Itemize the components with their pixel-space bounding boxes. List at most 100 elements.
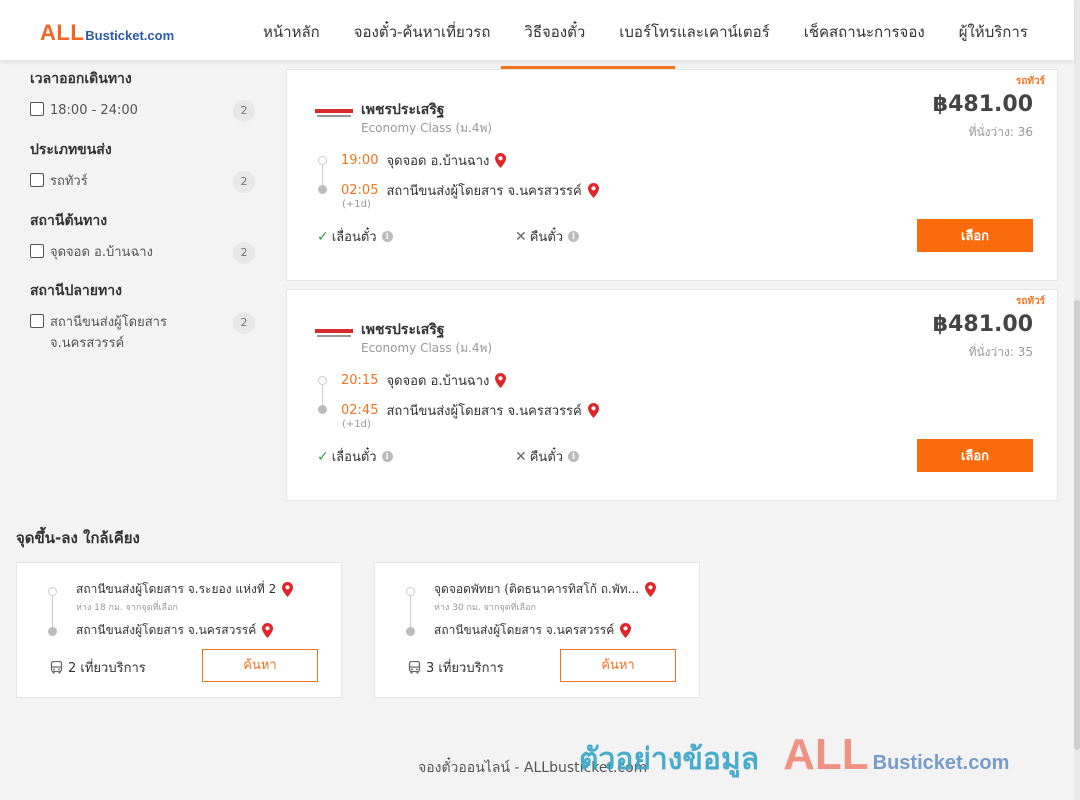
departure-dot — [318, 376, 327, 385]
map-pin-icon[interactable] — [620, 623, 632, 638]
nearby-search-button[interactable]: ค้นหา — [560, 649, 676, 682]
nav-check-booking[interactable]: เช็คสถานะการจอง — [804, 20, 925, 44]
nearby-trip-count: 3 เที่ยวบริการ — [408, 657, 504, 678]
filter-option-label: 18:00 - 24:00 — [50, 103, 138, 118]
vehicle-type-badge: รถทัวร์ — [1015, 76, 1045, 87]
nearby-route-card: จุดจอดพัทยา (ติดธนาคารทิสโก้ ถ.พัท... ห่… — [374, 562, 700, 698]
arrival-time: 02:45 — [341, 403, 379, 418]
nearby-origin-label: สถานีขนส่งผู้โดยสาร จ.ระยอง แห่งที่ 2 — [76, 582, 277, 596]
arrival-place: สถานีขนส่งผู้โดยสาร จ.นครสวรรค์ — [386, 184, 582, 199]
logo-busticket: Busticket.com — [85, 28, 175, 43]
filter-destination-station: สถานีปลายทาง สถานีขนส่งผู้โดยสาร จ.นครสว… — [30, 280, 255, 354]
info-icon[interactable]: i — [381, 231, 393, 242]
site-logo[interactable]: ALL Busticket.com — [40, 20, 174, 46]
feature-label: เลื่อนตั๋ว — [331, 450, 377, 465]
filter-option[interactable]: 18:00 - 24:00 2 — [30, 100, 255, 122]
info-icon[interactable]: i — [568, 231, 580, 242]
filter-count-badge: 2 — [233, 242, 255, 264]
arrival-time: 02:05 — [341, 183, 379, 198]
map-pin-icon[interactable] — [495, 373, 507, 388]
filter-option-label: สถานีขนส่งผู้โดยสาร จ.นครสวรรค์ — [50, 315, 167, 351]
filter-option[interactable]: รถทัวร์ 2 — [30, 171, 255, 193]
map-pin-icon[interactable] — [645, 582, 657, 597]
filter-count-badge: 2 — [233, 100, 255, 122]
info-icon[interactable]: i — [381, 451, 393, 462]
arrival-dot — [318, 405, 327, 414]
map-pin-icon[interactable] — [262, 623, 274, 638]
trip-card: รถทัวร์ เพชรประเสริฐ Economy Class (ม.4พ… — [286, 69, 1058, 281]
ticket-price: ฿481.00 — [932, 92, 1033, 117]
cross-icon: ✕ — [515, 448, 527, 465]
select-trip-button[interactable]: เลือก — [917, 439, 1033, 472]
trip-card: รถทัวร์ เพชรประเสริฐ Economy Class (ม.4พ… — [286, 289, 1058, 501]
nearby-route-card: สถานีขนส่งผู้โดยสาร จ.ระยอง แห่งที่ 2 ห่… — [16, 562, 342, 698]
filter-option[interactable]: สถานีขนส่งผู้โดยสาร จ.นครสวรรค์ 2 — [30, 312, 255, 354]
scrollbar-thumb[interactable] — [1074, 300, 1080, 750]
bus-icon — [408, 661, 421, 674]
trip-count-label: 3 เที่ยวบริการ — [426, 661, 504, 676]
feature-refund: ✕ คืนตั๋ว i — [515, 226, 580, 247]
map-pin-icon[interactable] — [587, 403, 599, 418]
filter-checkbox[interactable] — [30, 102, 44, 116]
nearby-origin-label: จุดจอดพัทยา (ติดธนาคารทิสโก้ ถ.พัท... — [434, 582, 640, 596]
filter-checkbox[interactable] — [30, 173, 44, 187]
nearby-stops-title: จุดขึ้น-ลง ใกล้เคียง — [16, 529, 140, 547]
filter-title: เวลาออกเดินทาง — [30, 71, 132, 87]
feature-label: เลื่อนตั๋ว — [331, 230, 377, 245]
select-trip-button[interactable]: เลือก — [917, 219, 1033, 252]
nearby-origin: สถานีขนส่งผู้โดยสาร จ.ระยอง แห่งที่ 2 — [76, 580, 294, 599]
next-day-note: (+1d) — [342, 199, 371, 210]
departure-dot — [406, 587, 415, 596]
active-nav-indicator — [501, 66, 675, 69]
nav-home[interactable]: หน้าหลัก — [263, 20, 320, 44]
watermark: ตัวอย่างข้อมูล ALL Busticket.com — [579, 730, 1009, 783]
page-scrollbar[interactable] — [1074, 0, 1080, 800]
bus-icon — [50, 661, 63, 674]
watermark-sample-text: ตัวอย่างข้อมูล — [579, 742, 760, 777]
info-icon[interactable]: i — [568, 451, 580, 462]
vehicle-type-badge: รถทัวร์ — [1015, 296, 1045, 307]
watermark-all: ALL — [783, 730, 869, 779]
filter-option[interactable]: จุดจอด อ.บ้านฉาง 2 — [30, 242, 255, 264]
nearby-trip-count: 2 เที่ยวบริการ — [50, 657, 146, 678]
map-pin-icon[interactable] — [282, 582, 294, 597]
nav-how-to-book[interactable]: วิธีจองตั๋ว — [524, 20, 585, 44]
nearby-origin: จุดจอดพัทยา (ติดธนาคารทิสโก้ ถ.พัท... — [434, 580, 657, 599]
nearby-distance: ห่าง 18 กม. จากจุดที่เลือก — [76, 603, 178, 613]
seat-class: Economy Class (ม.4พ) — [361, 341, 493, 355]
logo-all: ALL — [40, 20, 85, 45]
nearby-distance: ห่าง 30 กม. จากจุดที่เลือก — [434, 603, 536, 613]
operator-name: เพชรประเสริฐ — [361, 322, 445, 338]
filter-title: สถานีปลายทาง — [30, 283, 122, 299]
ticket-price: ฿481.00 — [932, 312, 1033, 337]
filter-transport-type: ประเภทขนส่ง รถทัวร์ 2 — [30, 139, 255, 193]
nearby-destination-label: สถานีขนส่งผู้โดยสาร จ.นครสวรรค์ — [434, 623, 615, 637]
filter-title: ประเภทขนส่ง — [30, 142, 112, 158]
seats-available: ที่นั่งว่าง: 36 — [968, 125, 1033, 139]
top-header: ALL Busticket.com หน้าหลัก จองตั๋ว-ค้นหา… — [0, 0, 1074, 60]
map-pin-icon[interactable] — [587, 183, 599, 198]
departure-time: 19:00 — [341, 153, 379, 168]
filter-option-label: รถทัวร์ — [50, 174, 88, 189]
departure-dot — [318, 156, 327, 165]
check-icon: ✓ — [317, 228, 329, 245]
arrival-place: สถานีขนส่งผู้โดยสาร จ.นครสวรรค์ — [386, 404, 582, 419]
nearby-search-button[interactable]: ค้นหา — [202, 649, 318, 682]
nav-operators[interactable]: ผู้ให้บริการ — [959, 20, 1028, 44]
map-pin-icon[interactable] — [495, 153, 507, 168]
arrival-stop: 02:45 สถานีขนส่งผู้โดยสาร จ.นครสวรรค์ — [341, 400, 599, 421]
nav-phone-counter[interactable]: เบอร์โทรและเคาน์เตอร์ — [619, 20, 769, 44]
filter-departure-time: เวลาออกเดินทาง 18:00 - 24:00 2 — [30, 68, 255, 122]
departure-dot — [48, 587, 57, 596]
main-nav: หน้าหลัก จองตั๋ว-ค้นหาเที่ยวรถ วิธีจองตั… — [263, 20, 1062, 44]
departure-stop: 19:00 จุดจอด อ.บ้านฉาง — [341, 150, 507, 171]
check-icon: ✓ — [317, 448, 329, 465]
next-day-note: (+1d) — [342, 419, 371, 430]
watermark-busticket: Busticket.com — [872, 752, 1010, 774]
filter-count-badge: 2 — [233, 312, 255, 334]
nav-book-search[interactable]: จองตั๋ว-ค้นหาเที่ยวรถ — [354, 20, 491, 44]
filter-checkbox[interactable] — [30, 244, 44, 258]
filter-checkbox[interactable] — [30, 314, 44, 328]
filter-option-label: จุดจอด อ.บ้านฉาง — [50, 245, 153, 260]
filter-title: สถานีต้นทาง — [30, 213, 108, 229]
